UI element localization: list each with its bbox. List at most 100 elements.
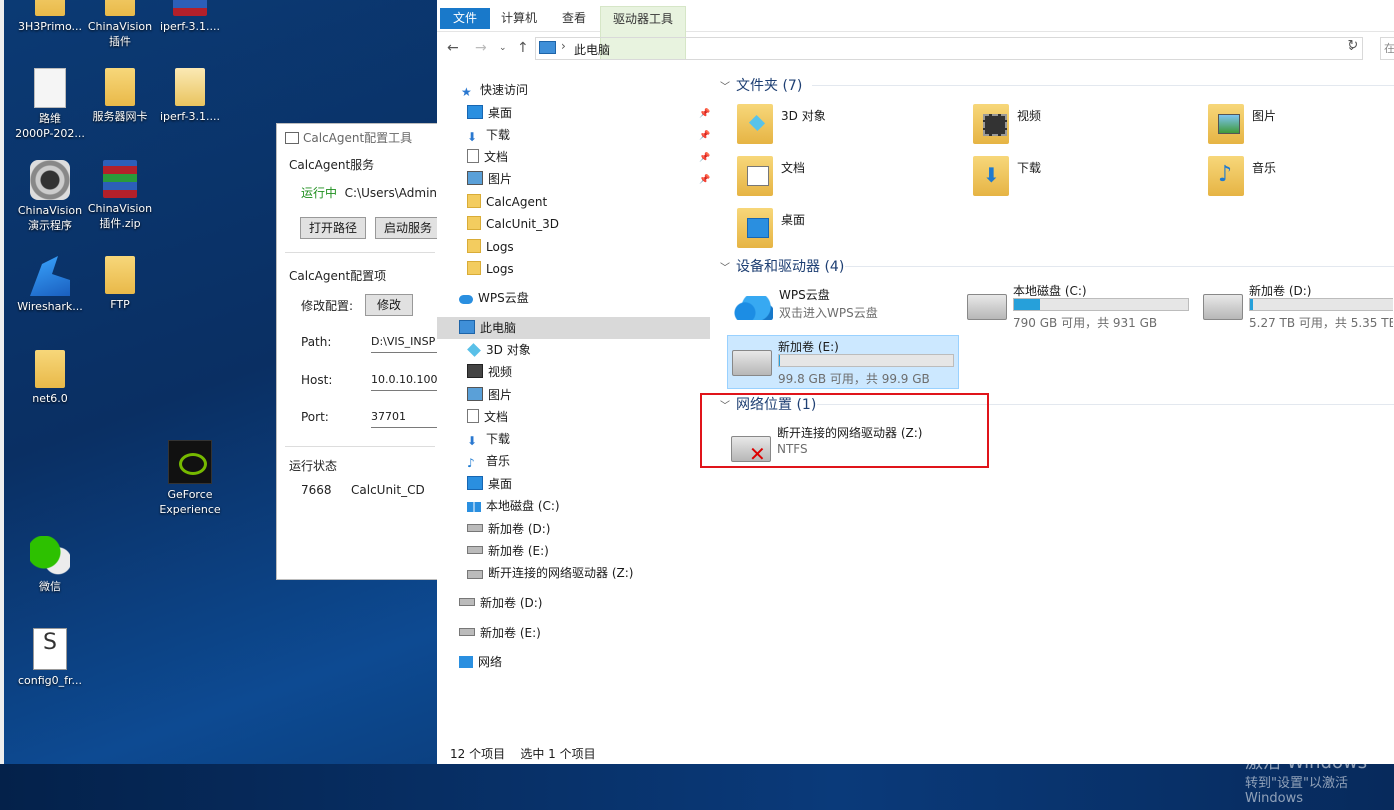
tab-file[interactable]: 文件 — [440, 8, 491, 29]
desktop-icon — [747, 218, 769, 238]
folder-3d-objects[interactable]: 3D 对象 — [737, 102, 937, 146]
file-explorer-window[interactable]: 文件 计算机 查看 驱动器工具 ← → ⌄ ↑ › 此电脑 ⌄ ↻ 在 ★ 快速访… — [437, 0, 1394, 764]
port-label: Port: — [301, 410, 329, 424]
network-icon — [459, 656, 473, 668]
document-icon — [467, 149, 479, 163]
drive-d-item[interactable]: 新加卷 (D:) 5.27 TB 可用，共 5.35 TB — [1199, 280, 1393, 332]
open-path-button[interactable]: 打开路径 — [300, 217, 366, 239]
nav-drive-e[interactable]: 新加卷 (E:) — [467, 540, 549, 562]
folder-music[interactable]: ♪ 音乐 — [1208, 154, 1388, 198]
service-status-row: 运行中 C:\Users\Adminis — [301, 184, 439, 201]
activation-watermark: 激活 Windows — [1245, 752, 1368, 773]
document-icon — [747, 166, 769, 186]
nav-pc-documents[interactable]: 文档 — [467, 406, 508, 428]
drive-name: 新加卷 (E:) — [778, 340, 839, 354]
nav-logs-1[interactable]: Logs — [467, 236, 514, 258]
chevron-right-icon: › — [561, 39, 566, 53]
nav-calcunit-3d[interactable]: CalcUnit_3D — [467, 213, 559, 235]
desktop-icon-ftp[interactable]: FTP — [84, 256, 156, 312]
nav-desktop[interactable]: 桌面 — [467, 102, 512, 124]
nav-wps-cloud[interactable]: WPS云盘 — [459, 287, 529, 309]
drive-c-item[interactable]: 本地磁盘 (C:) 790 GB 可用，共 931 GB — [963, 280, 1193, 332]
drive-e-item[interactable]: 新加卷 (E:) 99.8 GB 可用，共 99.9 GB — [727, 335, 959, 389]
port-input[interactable]: 37701 — [371, 407, 439, 428]
desktop-icon-wireshark[interactable]: Wireshark... — [14, 256, 86, 314]
folder-icon — [467, 261, 481, 275]
icon-label: 服务器网卡 — [92, 110, 148, 123]
nav-this-pc[interactable]: 此电脑 — [437, 317, 710, 339]
address-toolbar: ← → ⌄ ↑ › 此电脑 ⌄ ↻ 在 — [437, 34, 1394, 62]
back-arrow-icon[interactable]: ← — [447, 40, 459, 56]
search-input[interactable]: 在 — [1380, 37, 1394, 60]
window-title-bar[interactable]: CalcAgent配置工具 — [277, 124, 439, 152]
nav-drive-c[interactable]: 本地磁盘 (C:) — [467, 495, 560, 517]
nav-downloads[interactable]: ⬇ 下载 — [467, 124, 510, 146]
drive-size: 5.27 TB 可用，共 5.35 TB — [1249, 316, 1393, 330]
refresh-icon[interactable]: ↻ — [1343, 38, 1363, 58]
nav-removable-d[interactable]: 新加卷 (D:) — [459, 592, 542, 614]
nav-drive-d[interactable]: 新加卷 (D:) — [467, 518, 550, 540]
icon-label: Wireshark... — [17, 300, 83, 313]
nav-calcagent[interactable]: CalcAgent — [467, 191, 547, 213]
host-input[interactable]: 10.0.10.100 — [371, 370, 439, 391]
nav-network[interactable]: 网络 — [459, 651, 502, 673]
windows-drive-icon — [467, 502, 481, 512]
desktop-icon-chinavision-plugin[interactable]: ChinaVision 插件 — [84, 0, 156, 49]
tab-view[interactable]: 查看 — [550, 6, 598, 30]
nav-music[interactable]: ♪ 音乐 — [467, 450, 510, 472]
desktop-icon-geforce[interactable]: GeForce Experience — [154, 440, 226, 517]
document-icon — [34, 68, 66, 108]
usage-bar — [1013, 298, 1189, 311]
icon-label: ChinaVision 插件 — [87, 20, 153, 48]
icon-label: ChinaVision 插件.zip — [87, 202, 153, 230]
desktop-icon-config0[interactable]: config0_fr... — [14, 628, 86, 688]
desktop-icon-iperf-2[interactable]: iperf-3.1.... — [154, 68, 226, 124]
up-arrow-icon[interactable]: ↑ — [517, 40, 529, 56]
nav-pc-pictures[interactable]: 图片 — [467, 384, 512, 406]
modify-label: 修改配置: — [301, 299, 354, 313]
app-icon — [35, 0, 65, 16]
selected-count: 选中 1 个项目 — [520, 747, 596, 761]
folder-downloads[interactable]: ⬇ 下载 — [973, 154, 1173, 198]
nav-pc-downloads[interactable]: ⬇ 下载 — [467, 428, 510, 450]
drive-icon — [467, 546, 483, 554]
nav-videos[interactable]: 视频 — [467, 361, 512, 383]
forward-arrow-icon[interactable]: → — [475, 40, 487, 56]
recent-chevron-icon[interactable]: ⌄ — [499, 43, 507, 53]
group-header-devices[interactable]: ﹀ 设备和驱动器 (4) — [720, 256, 844, 276]
nav-removable-e[interactable]: 新加卷 (E:) — [459, 622, 541, 644]
folder-desktop[interactable]: 桌面 — [737, 206, 937, 250]
desktop-icon-net6[interactable]: net6.0 — [14, 350, 86, 406]
desktop-icon-chinavision-demo[interactable]: ChinaVision 演示程序 — [14, 160, 86, 233]
app-icon — [285, 132, 299, 144]
modify-button[interactable]: 修改 — [365, 294, 413, 316]
nav-drive-z[interactable]: 断开连接的网络驱动器 (Z:) — [467, 562, 633, 584]
nav-quick-access[interactable]: ★ 快速访问 — [461, 79, 528, 101]
folder-documents[interactable]: 文档 — [737, 154, 937, 198]
nav-pc-desktop[interactable]: 桌面 — [467, 473, 512, 495]
desktop-icon-nic[interactable]: 服务器网卡 — [84, 68, 156, 124]
left-edge — [0, 0, 4, 810]
cube-icon — [467, 343, 481, 357]
nav-documents[interactable]: 文档 — [467, 146, 508, 168]
desktop-icon-iperf-1[interactable]: iperf-3.1.... — [154, 0, 226, 34]
calcagent-window[interactable]: CalcAgent配置工具 CalcAgent服务 运行中 C:\Users\A… — [276, 123, 440, 580]
nav-logs-2[interactable]: Logs — [467, 258, 514, 280]
drive-icon — [459, 628, 475, 636]
tab-computer[interactable]: 计算机 — [489, 6, 549, 30]
address-bar[interactable]: › 此电脑 ⌄ — [535, 37, 1363, 60]
path-input[interactable]: D:\VIS_INSP — [371, 332, 439, 353]
folder-videos[interactable]: 视频 — [973, 102, 1173, 146]
nav-3d-objects[interactable]: 3D 对象 — [467, 339, 531, 361]
wps-cloud-item[interactable]: WPS云盘 双击进入WPS云盘 — [727, 284, 957, 336]
nav-pictures[interactable]: 图片 — [467, 168, 512, 190]
desktop-icon-luwei[interactable]: 路维 2000P-202... — [14, 68, 86, 141]
usage-fill — [1250, 299, 1253, 310]
desktop-icon-chinavision-zip[interactable]: ChinaVision 插件.zip — [84, 160, 156, 231]
usage-fill — [1014, 299, 1041, 310]
folder-pictures[interactable]: 图片 — [1208, 102, 1388, 146]
group-header-folders[interactable]: ﹀ 文件夹 (7) — [720, 75, 802, 95]
start-service-button[interactable]: 启动服务 — [375, 217, 439, 239]
desktop-icon-3h3primo[interactable]: 3H3Primo... — [14, 0, 86, 34]
desktop-icon-wechat[interactable]: 微信 — [14, 536, 86, 594]
